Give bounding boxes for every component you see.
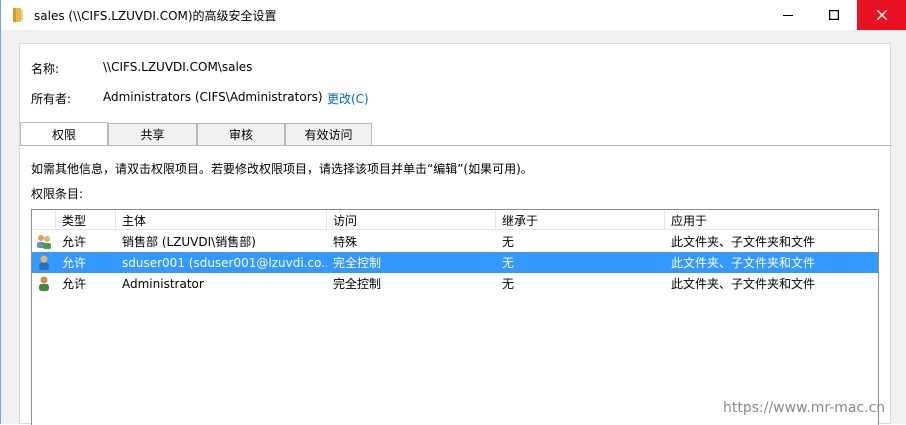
table-row[interactable]: 允许 销售部 (LZUVDI\销售部) 特殊 无 此文件夹、子文件夹和文件 [32, 231, 878, 252]
user-icon [39, 255, 49, 270]
group-users-icon [37, 235, 51, 249]
name-label: 名称: [31, 62, 60, 76]
name-value: \\CIFS.LZUVDI.COM\sales [103, 60, 253, 74]
row-principal: 销售部 (LZUVDI\销售部) [122, 235, 256, 249]
permission-entries-label: 权限条目: [31, 187, 84, 201]
owner-value: Administrators (CIFS\Administrators) [103, 90, 323, 104]
close-icon [877, 10, 887, 20]
row-type: 允许 [62, 277, 87, 291]
tab-auditing[interactable]: 审核 [197, 123, 285, 145]
maximize-button[interactable] [811, 0, 857, 30]
row-access: 完全控制 [333, 277, 382, 291]
col-header-applies[interactable]: 应用于 [665, 210, 878, 230]
window-title: sales (\\CIFS.LZUVDI.COM)的高级安全设置 [34, 9, 277, 23]
col-header-icon [32, 210, 56, 230]
row-inherited: 无 [502, 235, 515, 249]
list-header: 类型 主体 访问 继承于 应用于 [32, 210, 878, 230]
row-access: 特殊 [333, 235, 358, 249]
maximize-icon [829, 10, 839, 20]
row-applies: 此文件夹、子文件夹和文件 [671, 277, 816, 291]
row-type: 允许 [62, 235, 87, 249]
row-applies: 此文件夹、子文件夹和文件 [671, 235, 816, 249]
tab-strip: 权限 共享 审核 有效访问 [20, 122, 892, 145]
advanced-security-window: sales (\\CIFS.LZUVDI.COM)的高级安全设置 名称: \\C… [0, 0, 906, 425]
row-applies: 此文件夹、子文件夹和文件 [671, 256, 816, 270]
row-principal: sduser001 (sduser001@lzuvdi.co... [122, 255, 327, 270]
minimize-button[interactable] [765, 0, 811, 30]
folder-icon [13, 8, 23, 22]
tab-permissions[interactable]: 权限 [20, 122, 108, 145]
table-row[interactable]: 允许 sduser001 (sduser001@lzuvdi.co... 完全控… [32, 252, 878, 273]
watermark-text: https://www.mr-mac.cn [723, 400, 886, 416]
change-owner-link[interactable]: 更改(C) [327, 90, 369, 107]
row-type: 允许 [62, 256, 87, 270]
col-header-principal[interactable]: 主体 [116, 210, 327, 230]
tab-share[interactable]: 共享 [108, 123, 197, 145]
row-inherited: 无 [502, 256, 515, 270]
tab-divider [20, 145, 892, 146]
permission-entries-list[interactable]: 类型 主体 访问 继承于 应用于 允许 销售部 (LZUVDI\销售部) 特殊 … [31, 209, 879, 425]
row-principal: Administrator [122, 276, 204, 291]
col-header-inherited[interactable]: 继承于 [496, 210, 665, 230]
info-text: 如需其他信息，请双击权限项目。若要修改权限项目，请选择该项目并单击“编辑”(如果… [31, 162, 533, 176]
tab-effective-access[interactable]: 有效访问 [285, 123, 372, 145]
row-access: 完全控制 [333, 256, 382, 270]
col-header-access[interactable]: 访问 [327, 210, 496, 230]
table-row[interactable]: 允许 Administrator 完全控制 无 此文件夹、子文件夹和文件 [32, 273, 878, 294]
owner-label: 所有者: [31, 92, 72, 106]
dialog-content: 名称: \\CIFS.LZUVDI.COM\sales 所有者: Adminis… [19, 43, 892, 425]
row-inherited: 无 [502, 277, 515, 291]
close-button[interactable] [857, 0, 906, 30]
col-header-type[interactable]: 类型 [56, 210, 116, 230]
minimize-icon [783, 15, 793, 16]
admin-user-icon [39, 276, 49, 291]
title-bar[interactable]: sales (\\CIFS.LZUVDI.COM)的高级安全设置 [1, 0, 906, 30]
